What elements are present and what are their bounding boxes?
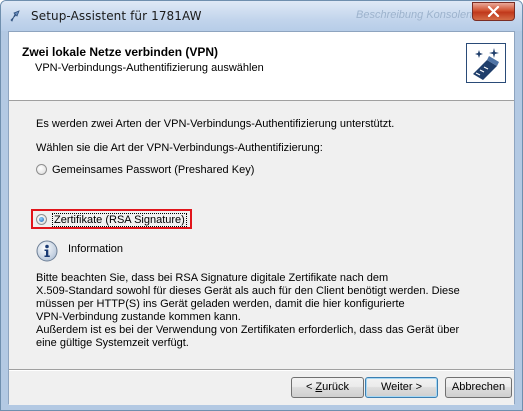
info-icon [36,240,58,262]
info-heading: Information [68,243,124,255]
selection-prompt: Wählen sie die Art der VPN-Verbindungs-A… [36,142,323,154]
radio-preshared-key[interactable]: Gemeinsames Passwort (Preshared Key) [36,162,254,177]
next-button[interactable]: Weiter > [365,377,438,398]
window-title: Setup-Assistent für 1781AW [31,9,202,23]
wizard-body: Es werden zwei Arten der VPN-Verbindungs… [9,101,514,369]
title-bar[interactable]: Setup-Assistent für 1781AW Beschreibung … [1,1,522,31]
info-line: X.509-Standard sowohl für dieses Gerät a… [36,285,460,297]
info-line: müssen per HTTP(S) ins Gerät geladen wer… [36,298,405,310]
wizard-header: Zwei lokale Netze verbinden (VPN) VPN-Ve… [9,32,514,101]
radio-label: Gemeinsames Passwort (Preshared Key) [52,163,255,176]
page-subtitle: VPN-Verbindungs-Authentifizierung auswäh… [35,62,264,74]
network-wizard-icon [466,43,506,83]
back-button-prefix: < [305,381,316,393]
info-paragraph: Bitte beachten Sie, dass bei RSA Signatu… [36,272,506,350]
wizard-client-area: Zwei lokale Netze verbinden (VPN) VPN-Ve… [8,31,515,405]
info-line: Bitte beachten Sie, dass bei RSA Signatu… [36,272,389,284]
radio-button[interactable] [36,164,47,175]
intro-text: Es werden zwei Arten der VPN-Verbindungs… [36,118,395,130]
cancel-button[interactable]: Abbrechen [445,377,512,398]
info-line: Außerdem ist es bei der Verwendung von Z… [36,324,460,336]
page-title: Zwei lokale Netze verbinden (VPN) [22,45,219,59]
wizard-app-icon [10,10,20,22]
back-button-label: urück [322,381,350,393]
back-button[interactable]: < Zurück [291,377,364,398]
close-button[interactable] [472,2,515,21]
radio-label: Zertifikate (RSA Signature) [52,212,187,227]
background-window-title: Beschreibung Konsolen [356,9,473,21]
wizard-footer: < Zurück Weiter > Abbrechen [9,371,514,405]
close-x-icon [487,6,500,17]
info-line: eine gültige Systemzeit verfügt. [36,337,189,349]
info-line: VPN-Verbindung zustande kommen kann. [36,311,241,323]
radio-button-checked[interactable] [36,214,47,225]
radio-rsa-signature[interactable]: Zertifikate (RSA Signature) [36,212,187,227]
wizard-window: Setup-Assistent für 1781AW Beschreibung … [0,0,523,411]
